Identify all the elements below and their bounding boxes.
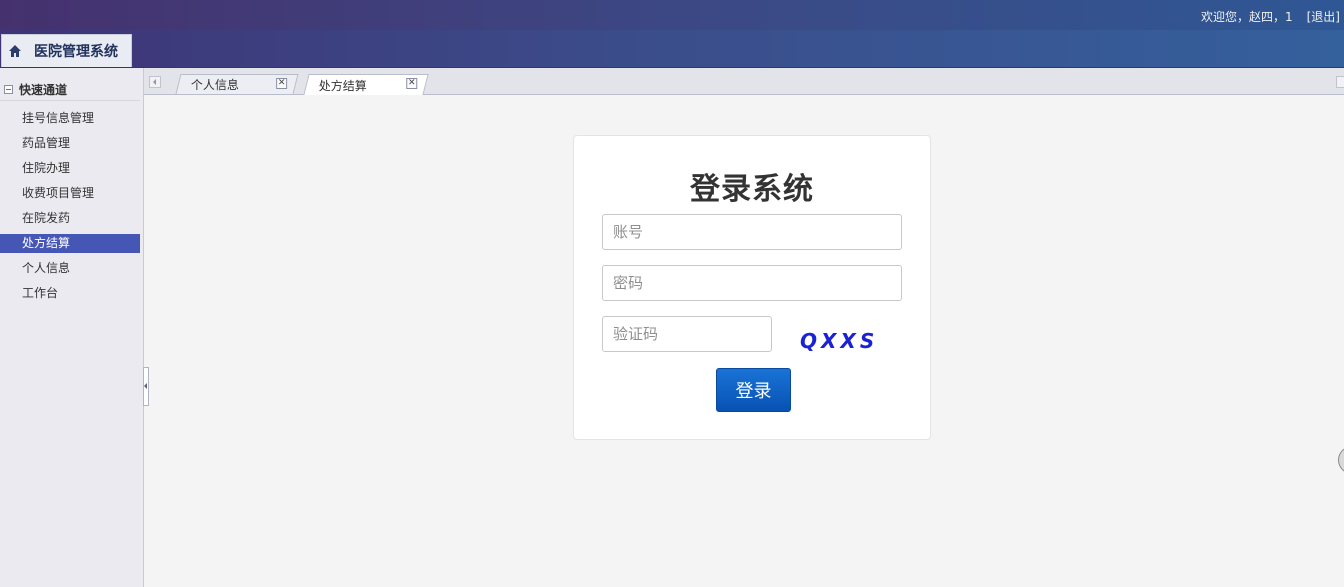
captcha-image[interactable]: QXXS bbox=[800, 329, 878, 353]
tab-scroll-right-button[interactable] bbox=[1336, 76, 1344, 88]
tab-scroll-left-button[interactable] bbox=[149, 76, 161, 88]
sidebar-menu: 挂号信息管理 药品管理 住院办理 收费项目管理 在院发药 处方结算 个人信息 工… bbox=[0, 109, 140, 309]
account-input[interactable] bbox=[602, 214, 902, 250]
app-title: 医院管理系统 bbox=[34, 44, 118, 60]
close-icon[interactable]: ✕ bbox=[406, 78, 418, 89]
sidebar: 快速通道 挂号信息管理 药品管理 住院办理 收费项目管理 在院发药 处方结算 个… bbox=[0, 68, 144, 587]
sidebar-item-registration[interactable]: 挂号信息管理 bbox=[0, 109, 140, 128]
tab-label: 个人信息 bbox=[190, 78, 239, 92]
app-title-tab[interactable]: 医院管理系统 bbox=[1, 34, 132, 67]
sidebar-item-charges[interactable]: 收费项目管理 bbox=[0, 184, 140, 203]
logout-link[interactable]: [退出] bbox=[1307, 10, 1340, 24]
sidebar-item-profile[interactable]: 个人信息 bbox=[0, 259, 140, 278]
home-icon bbox=[9, 45, 21, 57]
header: 医院管理系统 bbox=[0, 30, 1344, 68]
login-button[interactable]: 登录 bbox=[716, 368, 791, 412]
sidebar-section-header[interactable]: 快速通道 bbox=[0, 78, 140, 101]
sidebar-item-dispense[interactable]: 在院发药 bbox=[0, 209, 140, 228]
top-bar: 欢迎您，赵四，1 [退出] bbox=[0, 0, 1344, 30]
captcha-input[interactable] bbox=[602, 316, 772, 352]
password-input[interactable] bbox=[602, 265, 902, 301]
sidebar-item-workbench[interactable]: 工作台 bbox=[0, 284, 140, 303]
login-title: 登录系统 bbox=[690, 172, 814, 207]
login-card: 登录系统 QXXS 登录 bbox=[573, 135, 931, 440]
tab-profile[interactable]: 个人信息 ✕ bbox=[175, 74, 299, 94]
sidebar-section-title: 快速通道 bbox=[19, 82, 68, 97]
floating-widget-edge[interactable] bbox=[1338, 446, 1344, 474]
sidebar-item-admission[interactable]: 住院办理 bbox=[0, 159, 140, 178]
tab-prescription-settlement[interactable]: 处方结算 ✕ bbox=[303, 74, 429, 95]
sidebar-collapse-handle[interactable] bbox=[143, 367, 149, 406]
sidebar-item-drugs[interactable]: 药品管理 bbox=[0, 134, 140, 153]
tab-label: 处方结算 bbox=[318, 78, 367, 93]
sidebar-item-prescription-settlement[interactable]: 处方结算 bbox=[0, 234, 140, 253]
welcome-text: 欢迎您，赵四，1 bbox=[1200, 10, 1293, 24]
close-icon[interactable]: ✕ bbox=[276, 78, 288, 89]
user-info: 欢迎您，赵四，1 [退出] bbox=[1201, 8, 1340, 25]
collapse-icon[interactable] bbox=[4, 84, 13, 94]
tab-strip: 个人信息 ✕ 处方结算 ✕ bbox=[144, 68, 1344, 95]
